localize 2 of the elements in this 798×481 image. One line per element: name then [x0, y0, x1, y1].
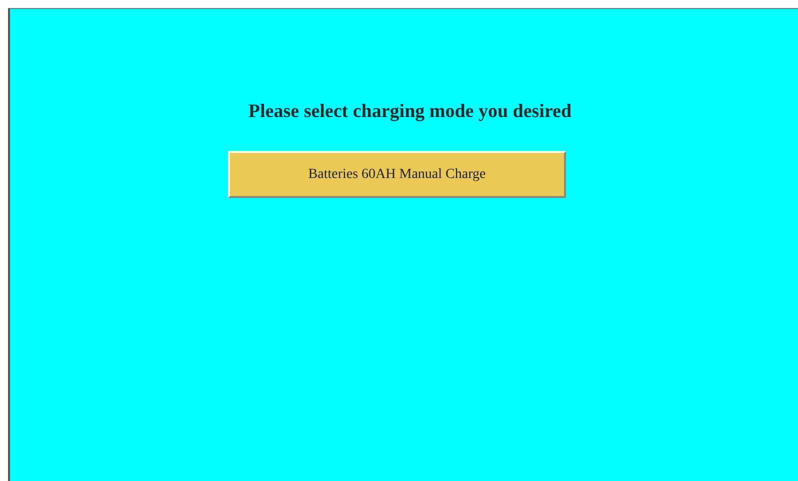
heading: Please select charging mode you desired	[248, 100, 572, 124]
charge-mode-button[interactable]: Batteries 60AH Manual Charge	[228, 150, 566, 198]
